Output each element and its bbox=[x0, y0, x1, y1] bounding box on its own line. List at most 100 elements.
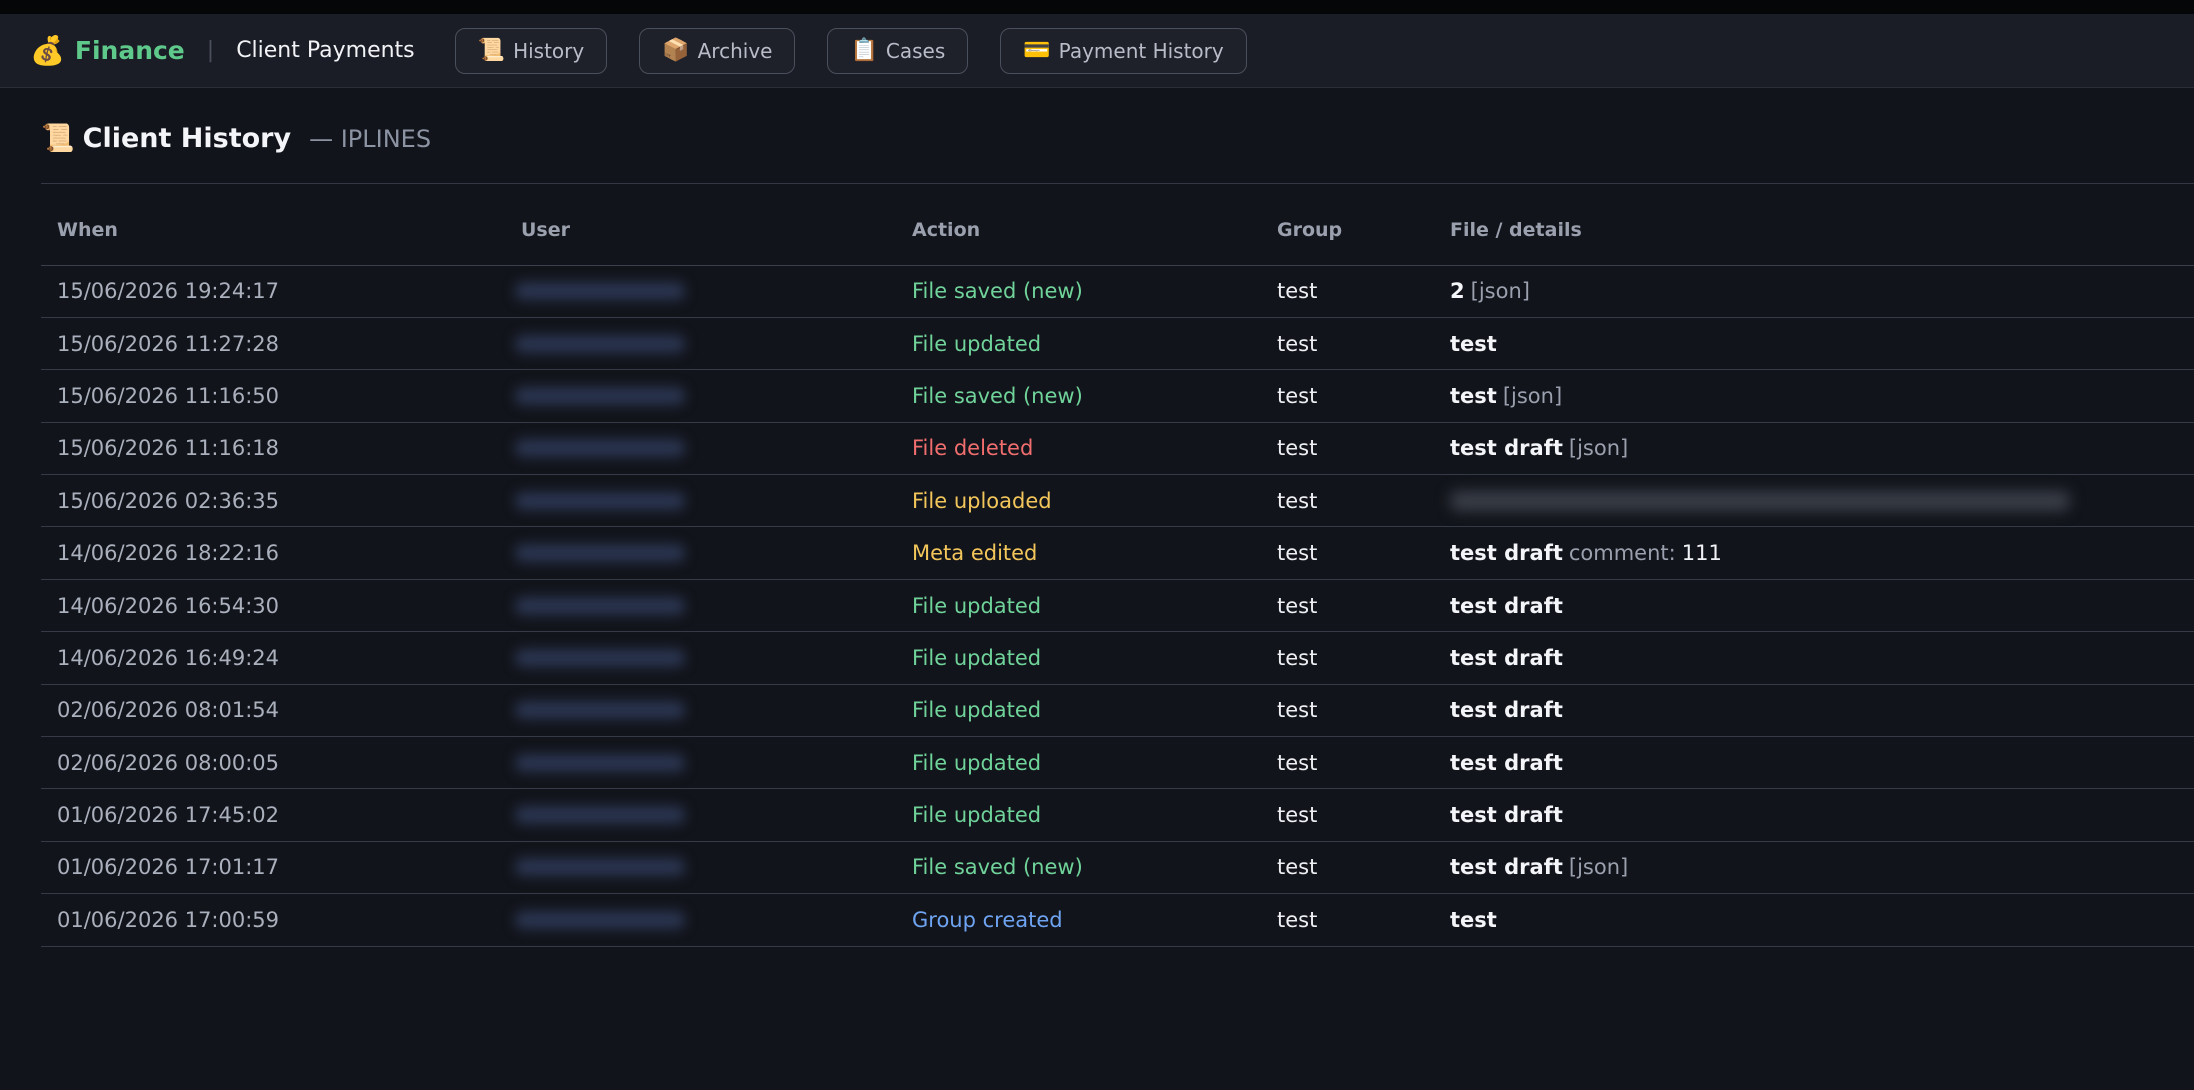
file-name[interactable]: test draft bbox=[1450, 646, 1563, 670]
archive-button-label: Archive bbox=[697, 38, 773, 63]
cell-action: File updated bbox=[896, 579, 1261, 633]
cell-user bbox=[505, 474, 896, 528]
payment-history-button-label: Payment History bbox=[1058, 38, 1224, 63]
cell-group: test bbox=[1261, 579, 1434, 633]
cell-when: 02/06/2026 08:01:54 bbox=[41, 684, 505, 738]
table-row[interactable]: 15/06/2026 11:16:18 File deleted test test … bbox=[41, 422, 2194, 476]
table-header-row: When User Action Group File / details bbox=[41, 184, 2194, 266]
cell-when: 15/06/2026 19:24:17 bbox=[41, 265, 505, 318]
cell-group: test bbox=[1261, 841, 1434, 895]
cell-user bbox=[505, 317, 896, 371]
navbar: 💰 Finance | Client Payments 📜 History 📦 … bbox=[0, 14, 2194, 88]
table-row[interactable]: 15/06/2026 11:16:50 File saved (new) test t… bbox=[41, 369, 2194, 423]
cell-when: 01/06/2026 17:45:02 bbox=[41, 788, 505, 842]
redacted-user bbox=[515, 544, 685, 563]
file-name[interactable]: test draft bbox=[1450, 594, 1563, 618]
table-row[interactable]: 01/06/2026 17:45:02 File updated test test … bbox=[41, 788, 2194, 842]
table-row[interactable]: 01/06/2026 17:01:17 File saved (new) test t… bbox=[41, 841, 2194, 895]
history-button[interactable]: 📜 History bbox=[454, 27, 608, 74]
cell-when: 01/06/2026 17:01:17 bbox=[41, 841, 505, 895]
redacted-user bbox=[515, 282, 685, 301]
cell-action: File deleted bbox=[896, 422, 1261, 476]
clipboard-icon: 📋 bbox=[850, 38, 878, 63]
cell-when: 15/06/2026 11:27:28 bbox=[41, 317, 505, 371]
cell-action: File saved (new) bbox=[896, 369, 1261, 423]
table-row[interactable]: 02/06/2026 08:00:05 File updated test test … bbox=[41, 736, 2194, 790]
table-row[interactable]: 14/06/2026 18:22:16 Meta edited test test d… bbox=[41, 526, 2194, 580]
history-button-label: History bbox=[513, 38, 585, 63]
comment-label: comment: bbox=[1568, 541, 1676, 566]
table-row[interactable]: 15/06/2026 11:27:28 File updated test test bbox=[41, 317, 2194, 371]
cell-action: File uploaded bbox=[896, 474, 1261, 528]
file-name[interactable]: test draft bbox=[1450, 436, 1563, 460]
column-header-when[interactable]: When bbox=[41, 184, 505, 266]
redacted-user bbox=[515, 334, 685, 353]
table-row[interactable]: 01/06/2026 17:00:59 Group created test test bbox=[41, 893, 2194, 947]
cell-user bbox=[505, 893, 896, 947]
cases-button-label: Cases bbox=[885, 38, 946, 63]
file-name[interactable]: test draft bbox=[1450, 803, 1563, 827]
main-content: 📜 Client History — IPLINES When User Act… bbox=[0, 88, 2194, 947]
cell-file-details: test draft bbox=[1434, 631, 2194, 685]
file-name[interactable]: test bbox=[1450, 332, 1497, 356]
cell-user bbox=[505, 422, 896, 476]
cell-group: test bbox=[1261, 788, 1434, 842]
file-format-tag: [json] bbox=[1568, 855, 1629, 880]
redacted-user bbox=[515, 701, 685, 720]
column-header-file-details[interactable]: File / details bbox=[1434, 184, 2194, 266]
cell-action: Meta edited bbox=[896, 526, 1261, 580]
cell-action: File updated bbox=[896, 684, 1261, 738]
brand-name: Finance bbox=[74, 36, 185, 65]
cell-group: test bbox=[1261, 422, 1434, 476]
cell-action: File updated bbox=[896, 631, 1261, 685]
cell-group: test bbox=[1261, 736, 1434, 790]
cell-action: File updated bbox=[896, 736, 1261, 790]
cell-user bbox=[505, 369, 896, 423]
cell-when: 15/06/2026 11:16:50 bbox=[41, 369, 505, 423]
cell-file-details: test draft bbox=[1434, 579, 2194, 633]
cases-button[interactable]: 📋 Cases bbox=[827, 27, 969, 74]
table-row[interactable]: 15/06/2026 02:36:35 File uploaded test bbox=[41, 474, 2194, 528]
cell-file-details bbox=[1434, 474, 2194, 528]
cell-when: 02/06/2026 08:00:05 bbox=[41, 736, 505, 790]
credit-card-icon: 💳 bbox=[1023, 38, 1051, 63]
cell-action: File saved (new) bbox=[896, 841, 1261, 895]
file-name[interactable]: test draft bbox=[1450, 698, 1563, 722]
file-name[interactable]: test draft bbox=[1450, 855, 1563, 879]
cell-when: 15/06/2026 11:16:18 bbox=[41, 422, 505, 476]
file-format-tag: [json] bbox=[1502, 383, 1563, 408]
cell-user bbox=[505, 788, 896, 842]
archive-button[interactable]: 📦 Archive bbox=[639, 27, 796, 74]
file-name[interactable]: test bbox=[1450, 384, 1497, 408]
cell-when: 14/06/2026 16:54:30 bbox=[41, 579, 505, 633]
scroll-icon: 📜 bbox=[41, 123, 75, 154]
file-name[interactable]: test draft bbox=[1450, 541, 1563, 565]
file-name[interactable]: 2 bbox=[1450, 279, 1465, 303]
cell-group: test bbox=[1261, 631, 1434, 685]
cell-file-details: test draft bbox=[1434, 684, 2194, 738]
page-title-text: Client History bbox=[82, 122, 292, 154]
cell-file-details: test draft bbox=[1434, 736, 2194, 790]
redacted-file-name bbox=[1450, 490, 2070, 511]
money-bag-icon: 💰 bbox=[30, 33, 65, 67]
comment-value: 111 bbox=[1681, 541, 1722, 566]
column-header-user[interactable]: User bbox=[505, 184, 896, 266]
package-icon: 📦 bbox=[662, 38, 690, 63]
cell-user bbox=[505, 631, 896, 685]
payment-history-button[interactable]: 💳 Payment History bbox=[1000, 27, 1247, 74]
redacted-user bbox=[515, 386, 685, 405]
file-name[interactable]: test bbox=[1450, 908, 1497, 932]
table-row[interactable]: 14/06/2026 16:54:30 File updated test test … bbox=[41, 579, 2194, 633]
redacted-user bbox=[515, 648, 685, 667]
column-header-group[interactable]: Group bbox=[1261, 184, 1434, 266]
cell-file-details: test bbox=[1434, 317, 2194, 371]
file-name[interactable]: test draft bbox=[1450, 751, 1563, 775]
file-format-tag: [json] bbox=[1470, 279, 1530, 304]
brand[interactable]: 💰 Finance bbox=[30, 36, 185, 65]
table-row[interactable]: 15/06/2026 19:24:17 File saved (new) test 2… bbox=[41, 265, 2194, 318]
cell-when: 14/06/2026 16:49:24 bbox=[41, 631, 505, 685]
column-header-action[interactable]: Action bbox=[896, 184, 1261, 266]
cell-file-details: test [json] bbox=[1434, 369, 2194, 423]
table-row[interactable]: 14/06/2026 16:49:24 File updated test test … bbox=[41, 631, 2194, 685]
table-row[interactable]: 02/06/2026 08:01:54 File updated test test … bbox=[41, 684, 2194, 738]
